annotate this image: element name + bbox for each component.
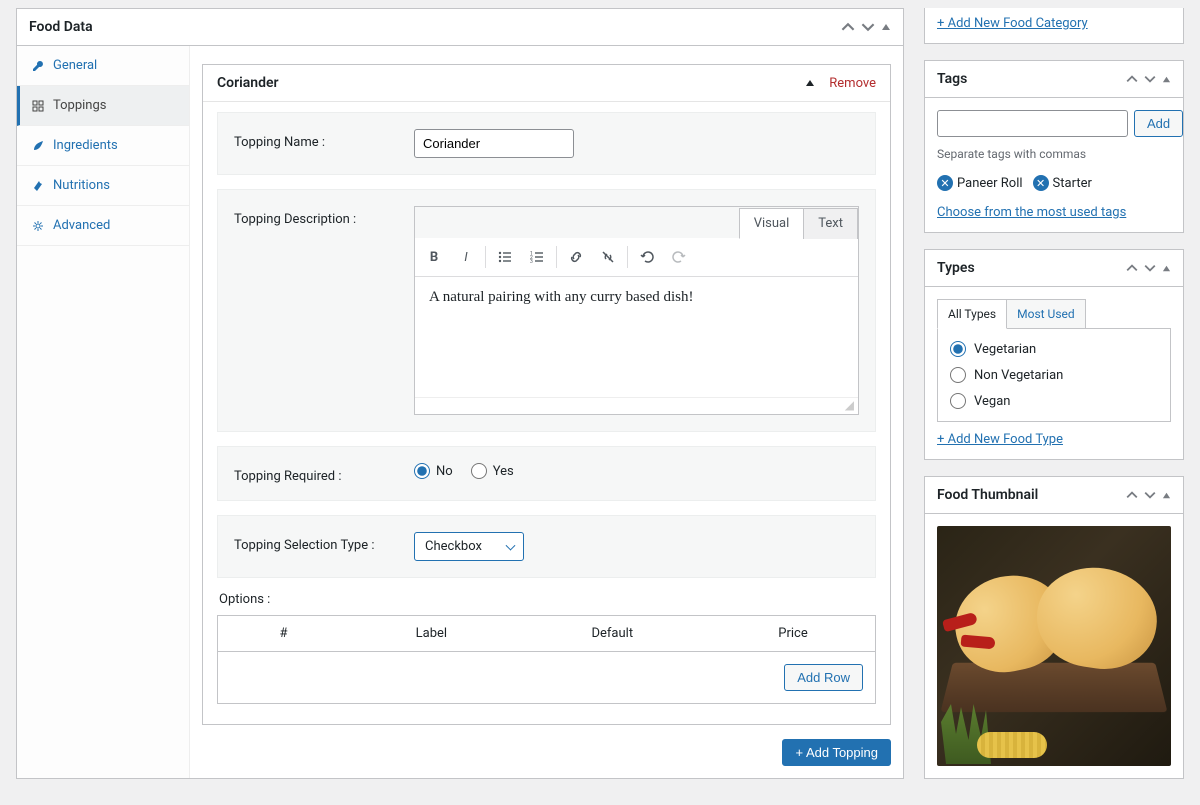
- topping-required-label: Topping Required :: [234, 463, 414, 484]
- selection-type-label: Topping Selection Type :: [234, 532, 414, 553]
- types-panel: Types All Types Most Used Vegetarian Non…: [924, 249, 1184, 460]
- triangle-up-icon[interactable]: [1162, 75, 1171, 84]
- redo-icon[interactable]: [664, 242, 694, 272]
- types-tab-most[interactable]: Most Used: [1007, 299, 1086, 329]
- gear-icon: [31, 219, 45, 233]
- svg-text:3: 3: [530, 259, 533, 265]
- thumbnail-panel: Food Thumbnail: [924, 476, 1184, 779]
- remove-topping-link[interactable]: Remove: [829, 76, 876, 91]
- selection-type-select[interactable]: Checkbox: [414, 532, 524, 561]
- tags-hint: Separate tags with commas: [937, 147, 1171, 161]
- tab-advanced[interactable]: Advanced: [17, 206, 189, 246]
- tab-ingredients[interactable]: Ingredients: [17, 126, 189, 166]
- link-icon[interactable]: [561, 242, 591, 272]
- options-table: # Label Default Price Add Row: [217, 615, 876, 704]
- food-data-tabs: General Toppings Ingredients Nutrit: [17, 46, 190, 778]
- topping-desc-label: Topping Description :: [234, 206, 414, 227]
- chevron-down-icon[interactable]: [1144, 262, 1156, 274]
- type-option-vegan[interactable]: Vegan: [950, 393, 1158, 409]
- add-food-category-link[interactable]: + Add New Food Category: [937, 16, 1088, 31]
- tags-input[interactable]: [937, 110, 1128, 137]
- add-food-type-link[interactable]: + Add New Food Type: [937, 432, 1063, 447]
- chevron-down-icon[interactable]: [1144, 73, 1156, 85]
- food-data-panel: Food Data General: [16, 8, 904, 779]
- chevron-up-icon[interactable]: [1126, 262, 1138, 274]
- col-label: Label: [349, 616, 514, 652]
- options-label: Options :: [219, 592, 876, 607]
- chevron-up-icon[interactable]: [1126, 489, 1138, 501]
- tags-title: Tags: [937, 71, 967, 87]
- required-no-option[interactable]: No: [414, 463, 453, 479]
- editor-tab-text[interactable]: Text: [803, 208, 858, 239]
- triangle-up-icon[interactable]: [881, 22, 891, 32]
- editor-tab-visual[interactable]: Visual: [739, 208, 805, 239]
- tags-add-button[interactable]: Add: [1134, 110, 1183, 137]
- remove-tag-icon[interactable]: ✕: [1033, 175, 1049, 191]
- chevron-down-icon[interactable]: [861, 20, 875, 34]
- undo-icon[interactable]: [632, 242, 662, 272]
- triangle-up-icon[interactable]: [1162, 491, 1171, 500]
- type-option-nonveg[interactable]: Non Vegetarian: [950, 367, 1158, 383]
- col-price: Price: [711, 616, 876, 652]
- unlink-icon[interactable]: [593, 242, 623, 272]
- thumbnail-title: Food Thumbnail: [937, 487, 1038, 503]
- wysiwyg-editor: Visual Text B I: [414, 206, 859, 415]
- add-topping-button[interactable]: + Add Topping: [782, 739, 891, 766]
- grid-icon: [31, 99, 45, 113]
- food-thumbnail-image[interactable]: [937, 526, 1171, 766]
- topping-name-label: Topping Name :: [234, 129, 414, 150]
- required-yes-option[interactable]: Yes: [471, 463, 514, 479]
- tag-chip: ✕ Paneer Roll: [937, 175, 1023, 191]
- types-tab-all[interactable]: All Types: [937, 299, 1007, 329]
- leaf-icon: [31, 139, 45, 153]
- type-option-vegetarian[interactable]: Vegetarian: [950, 341, 1158, 357]
- bold-icon[interactable]: B: [419, 242, 449, 272]
- tab-nutritions[interactable]: Nutritions: [17, 166, 189, 206]
- carrot-icon: [31, 179, 45, 193]
- choose-tags-link[interactable]: Choose from the most used tags: [937, 205, 1126, 220]
- triangle-up-icon[interactable]: [1162, 264, 1171, 273]
- topping-item: Coriander Remove Topping Name :: [202, 64, 891, 725]
- tab-toppings[interactable]: Toppings: [17, 86, 189, 126]
- types-title: Types: [937, 260, 975, 276]
- food-data-title: Food Data: [29, 19, 93, 35]
- chevron-up-icon[interactable]: [1126, 73, 1138, 85]
- tag-chip: ✕ Starter: [1033, 175, 1092, 191]
- resize-handle-icon[interactable]: ◢: [415, 397, 858, 414]
- topping-name-input[interactable]: [414, 129, 574, 158]
- tab-general[interactable]: General: [17, 46, 189, 86]
- wrench-icon: [31, 59, 45, 73]
- col-default: Default: [514, 616, 711, 652]
- italic-icon[interactable]: I: [451, 242, 481, 272]
- add-row-button[interactable]: Add Row: [784, 664, 863, 691]
- chevron-up-icon[interactable]: [841, 20, 855, 34]
- remove-tag-icon[interactable]: ✕: [937, 175, 953, 191]
- numbered-list-icon[interactable]: 123: [522, 242, 552, 272]
- triangle-up-icon[interactable]: [805, 78, 815, 88]
- bullet-list-icon[interactable]: [490, 242, 520, 272]
- topping-title: Coriander: [217, 75, 279, 91]
- topping-desc-textarea[interactable]: A natural pairing with any curry based d…: [415, 277, 858, 397]
- chevron-down-icon[interactable]: [1144, 489, 1156, 501]
- col-num: #: [218, 616, 350, 652]
- tags-panel: Tags Add Separate tags with commas ✕ Pan…: [924, 60, 1184, 233]
